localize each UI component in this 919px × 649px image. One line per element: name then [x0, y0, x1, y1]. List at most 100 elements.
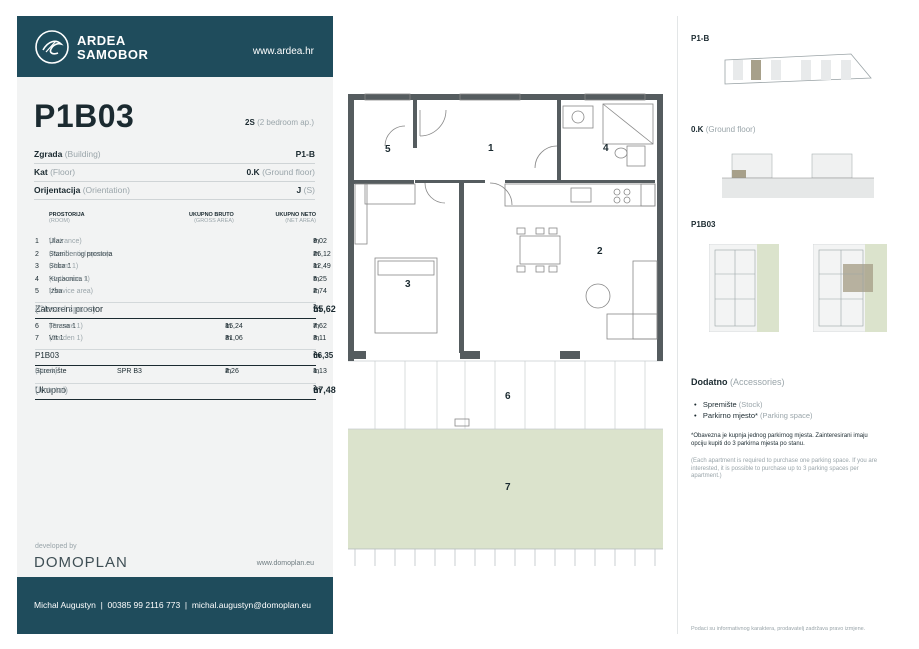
- divider: [35, 382, 316, 384]
- storage-label-en: (Stock): [35, 367, 58, 375]
- row-net: 12,49 m2: [313, 263, 331, 272]
- row-net: 2,74 m2: [313, 288, 327, 297]
- info-value: P1-B: [296, 149, 315, 159]
- unit-code: P1B03: [34, 98, 135, 134]
- info-label-en: (Floor): [50, 167, 76, 177]
- storage-code: SPR B3: [117, 367, 142, 375]
- storage-gross: 2,26 m2: [225, 367, 239, 377]
- subtotal-row: P1B03 66,35 m2: [35, 351, 333, 365]
- row-net: 9,02 m2: [313, 238, 327, 247]
- info-row: Zgrada (Building) P1-B: [34, 146, 315, 164]
- developed-by-label: developed by: [35, 543, 77, 550]
- th-gross: UKUPNO BRUTO (GROSS AREA): [189, 212, 234, 224]
- row-net: 7,62 m2: [313, 322, 327, 332]
- info-value: J (S): [297, 185, 315, 195]
- contact-info: Michal Augustyn | 00385 99 2116 773 | mi…: [34, 600, 312, 610]
- accessory-name: Parkirno mjesto*: [702, 411, 758, 420]
- closed-row: Zatvoreni prostor (Closed space) 55,62 m2: [35, 303, 336, 318]
- accessories-list: • Spremište (Stock) • Parkirno mjesto* (…: [694, 399, 813, 421]
- row-name-en: (Bathroom 1): [49, 275, 90, 283]
- accessories-title: Dodatno (Accessories): [691, 377, 785, 387]
- heron-logo-icon: [35, 30, 69, 64]
- row-number: 2: [35, 250, 39, 258]
- room-label-6: 6: [505, 391, 511, 402]
- row-net: 3,11 m2: [313, 335, 326, 344]
- unit-type-desc: (2 bedroom ap.): [257, 118, 314, 127]
- room-label-2: 2: [597, 246, 603, 257]
- info-value: 0.K (Ground floor): [246, 167, 315, 177]
- disclaimer: Podaci su informativnog karaktera, proda…: [691, 626, 866, 632]
- row-name-en: (Entrance): [49, 238, 82, 245]
- room-row: 4 Kupaonica 1 (Bathroom 1) 5,25 m2: [35, 275, 327, 288]
- divider: [35, 301, 316, 303]
- unit-m: m: [225, 367, 232, 375]
- row-number: 1: [35, 238, 39, 245]
- divider-strong: [35, 364, 316, 366]
- accessory-item: • Spremište (Stock): [694, 400, 763, 409]
- row-name-en: (Garden 1): [49, 335, 83, 342]
- room-row: 2 Stambenog prostora (Residential space) 2…: [35, 250, 331, 263]
- developer-website[interactable]: www.domoplan.eu: [257, 560, 314, 567]
- info-label-en: (Orientation): [82, 185, 130, 195]
- sofa: [585, 260, 658, 340]
- unit-type: 2S (2 bedroom ap.): [245, 118, 314, 127]
- unit-m: m: [313, 238, 320, 245]
- table-header: PROSTORIJA (ROOM) UKUPNO BRUTO (GROSS AREA…: [35, 212, 316, 232]
- unit-m: m: [313, 350, 321, 360]
- divider-strong: [35, 317, 316, 319]
- total-label-en: (In total): [35, 384, 69, 395]
- info-label: Kat (Floor): [34, 167, 75, 177]
- info-label-hr: Orijentacija: [34, 185, 81, 195]
- th-net-sub: (NET AREA): [285, 218, 316, 224]
- closed-label-en: (Closed space): [35, 303, 96, 314]
- storage-net: 1,13 m2: [313, 367, 327, 377]
- parking-note-en: (Each apartment is required to purchase …: [691, 458, 878, 479]
- divider-strong: [35, 398, 316, 400]
- subtotal-value: 66,35 m2: [313, 351, 333, 361]
- outdoor-row: 7 Vrt 1 (Garden 1) 31,06 m 2 3,11 m2: [35, 335, 326, 347]
- row-number: 5: [35, 288, 39, 295]
- room-label-1: 1: [488, 143, 494, 154]
- room-row: 3 Soba 1 (Room 1) 12,49 m2: [35, 263, 331, 275]
- info-list: Zgrada (Building) P1-B Kat (Floor) 0.K (Gr…: [34, 146, 315, 200]
- kitchen: [354, 183, 656, 245]
- outdoor-row: 6 Terasa 1 (Terrace 1) 15,24 m 2 7,62 m2: [35, 322, 327, 335]
- walls: [348, 94, 663, 361]
- unit-m: m: [313, 322, 320, 330]
- info-value-main: P1-B: [295, 149, 315, 159]
- storage-row: Spremište (Stock) SPR B3 2,26 m 2 1,13 m2: [35, 367, 327, 380]
- developed-by: developed by: [35, 543, 77, 550]
- accessory-name-en: (Parking space): [760, 411, 813, 420]
- unit-m: m: [313, 250, 320, 258]
- th-gross-sub: (GROSS AREA): [194, 218, 234, 224]
- accessories-title-hr: Dodatno: [691, 377, 728, 387]
- row-name-en: (Service area): [49, 288, 93, 295]
- accessory-item: • Parkirno mjesto* (Parking space): [694, 411, 813, 420]
- row-gross: 15,24 m2: [225, 323, 243, 332]
- total-row: Ukupno (In total) 67,48 m2: [35, 384, 336, 399]
- row-net: 5,25 m2: [313, 276, 327, 285]
- right-divider: [677, 16, 678, 634]
- building-site-thumbnail: [724, 53, 872, 85]
- floor-label: 0.K (Ground floor): [691, 125, 755, 134]
- header-bar: ARDEA SAMOBOR www.ardea.hr: [17, 16, 333, 77]
- row-number: 4: [35, 275, 39, 283]
- website-link[interactable]: www.ardea.hr: [253, 46, 314, 57]
- unit-m: m: [313, 367, 320, 375]
- unit-m: m: [225, 335, 232, 342]
- elevation-thumbnail: [722, 153, 874, 198]
- bathroom-fixtures: [562, 103, 654, 167]
- row-name-en: (Terrace 1): [49, 322, 83, 330]
- row-name-en: (Room 1): [49, 263, 79, 270]
- floor-key-thumbnail-2: [813, 244, 887, 332]
- unit-m: m: [313, 288, 320, 295]
- info-label: Zgrada (Building): [34, 149, 101, 159]
- dining-table: [516, 227, 561, 273]
- unit-info-panel: ARDEA SAMOBOR www.ardea.hr P1B03 2S (2 b…: [17, 16, 336, 634]
- row-number: 3: [35, 263, 39, 270]
- th-room-sub: (ROOM): [49, 218, 70, 224]
- info-value-sub: (S): [303, 185, 315, 195]
- row-gross: 31,06 m2: [225, 335, 243, 344]
- area-table: PROSTORIJA (ROOM) UKUPNO BRUTO (GROSS AREA…: [17, 212, 336, 412]
- info-row: Kat (Floor) 0.K (Ground floor): [34, 164, 315, 182]
